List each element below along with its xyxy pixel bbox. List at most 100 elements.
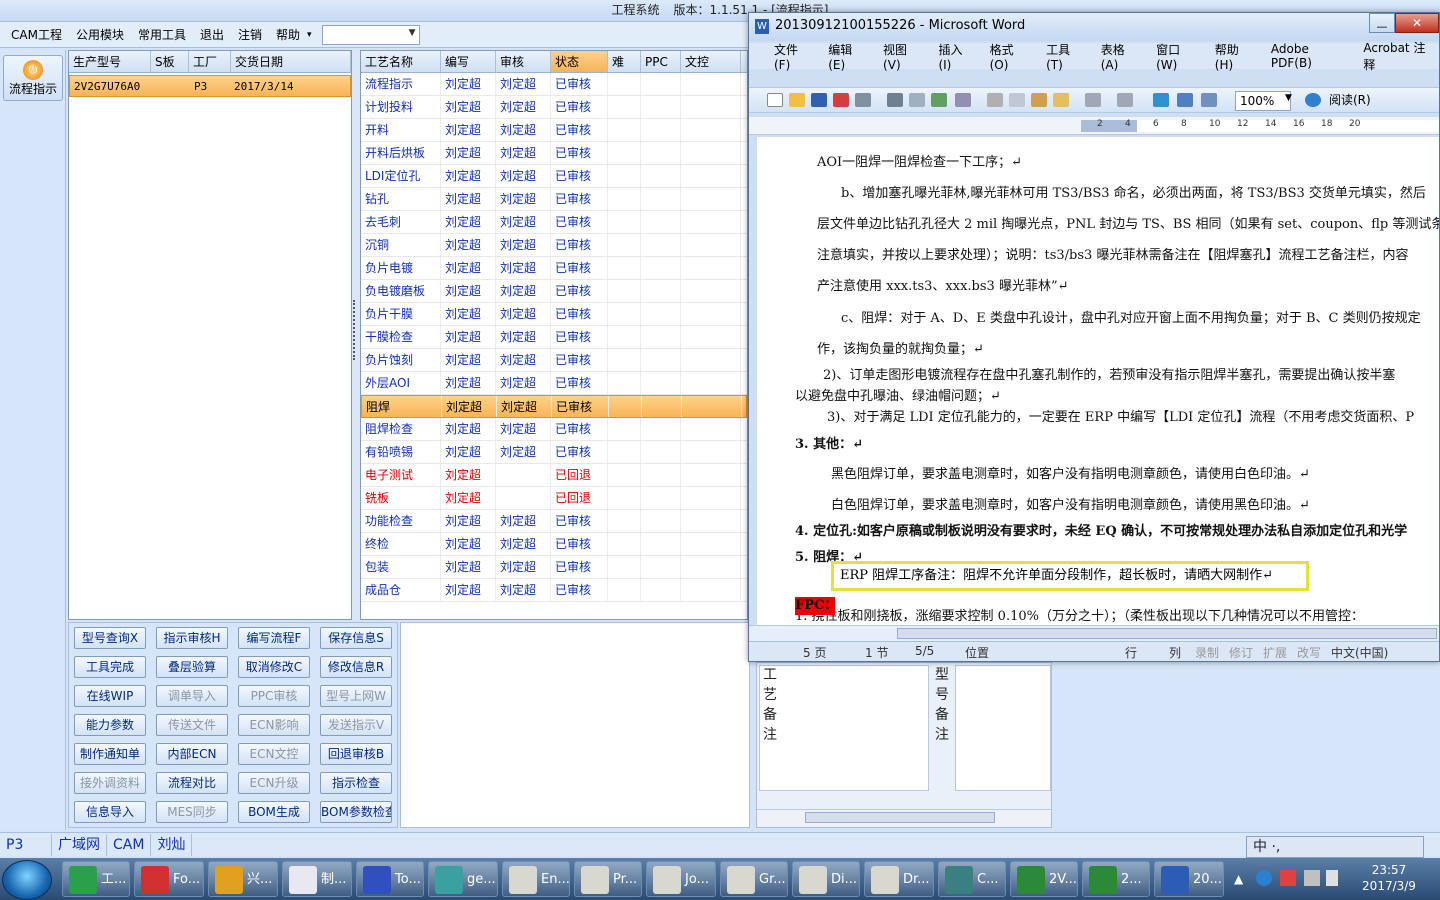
action-button[interactable]: 调单导入 <box>156 685 228 707</box>
menu-tools[interactable]: 常用工具 <box>131 22 193 48</box>
taskbar-button[interactable]: Pr... <box>574 861 642 897</box>
col-status[interactable]: 状态 <box>551 51 608 72</box>
taskbar-button[interactable]: 制... <box>282 861 352 897</box>
taskbar-button[interactable]: C... <box>938 861 1006 897</box>
taskbar-button[interactable]: Dr... <box>864 861 934 897</box>
action-button[interactable]: ECN影响 <box>238 714 310 736</box>
table-row[interactable]: 阻焊检查 刘定超 刘定超 已审核 <box>361 418 747 441</box>
action-button[interactable]: 修改信息R <box>320 656 392 678</box>
cut-icon[interactable] <box>987 93 1003 107</box>
menu-logout[interactable]: 注销 <box>231 22 269 48</box>
col-doc-control[interactable]: 文控 <box>681 51 741 72</box>
col-factory[interactable]: 工厂 <box>189 51 231 72</box>
close-button[interactable]: ✕ <box>1395 13 1439 33</box>
taskbar-button[interactable]: En... <box>502 861 570 897</box>
table-row[interactable]: 阻焊 刘定超 刘定超 已审核 <box>361 395 747 418</box>
action-button[interactable]: 接外调资料 <box>74 772 146 794</box>
scroll-thumb[interactable] <box>897 628 1437 639</box>
horizontal-scrollbar[interactable] <box>757 809 1051 825</box>
format-painter-icon[interactable] <box>1053 93 1069 107</box>
zoom-select[interactable]: 100% <box>1235 91 1291 111</box>
table-row[interactable]: 去毛刺 刘定超 刘定超 已审核 <box>361 211 747 234</box>
undo-icon[interactable] <box>1085 93 1101 107</box>
col-reviewer[interactable]: 审核 <box>496 51 551 72</box>
status-record[interactable]: 录制 <box>1195 644 1219 661</box>
taskbar-button[interactable]: Gr... <box>720 861 788 897</box>
action-button[interactable]: 指示检查 <box>320 772 392 794</box>
word-menu-item[interactable]: 文件(F) <box>765 41 819 72</box>
taskbar-button[interactable]: To... <box>356 861 424 897</box>
action-button[interactable]: 指示审核H <box>156 627 228 649</box>
taskbar-button[interactable]: Jo... <box>646 861 716 897</box>
research-icon[interactable] <box>955 93 971 107</box>
help-icon[interactable] <box>1305 93 1321 107</box>
table-row[interactable]: 沉铜 刘定超 刘定超 已审核 <box>361 234 747 257</box>
table-row[interactable]: 钻孔 刘定超 刘定超 已审核 <box>361 188 747 211</box>
tray-expand-icon[interactable]: ▲ <box>1234 872 1243 886</box>
action-button[interactable]: 保存信息S <box>320 627 392 649</box>
pdf-icon[interactable] <box>833 93 849 107</box>
table-row[interactable]: 干膜检查 刘定超 刘定超 已审核 <box>361 326 747 349</box>
table-row[interactable]: LDI定位孔 刘定超 刘定超 已审核 <box>361 165 747 188</box>
col-ppc[interactable]: PPC <box>641 51 681 72</box>
table-row[interactable]: 计划投料 刘定超 刘定超 已审核 <box>361 96 747 119</box>
action-button[interactable]: 型号上网W <box>320 685 392 707</box>
word-menu-item[interactable]: 帮助(H) <box>1206 41 1262 72</box>
word-horizontal-scrollbar[interactable] <box>749 625 1439 641</box>
word-menu-item[interactable]: 窗口(W) <box>1147 41 1206 72</box>
zoom-dropdown-icon[interactable]: ▼ <box>1285 93 1292 103</box>
action-button[interactable]: PPC审核 <box>238 685 310 707</box>
col-s[interactable]: S板 <box>151 51 189 72</box>
copy-icon[interactable] <box>1009 93 1025 107</box>
network-icon[interactable] <box>1256 870 1272 886</box>
table-row[interactable]: 终检 刘定超 刘定超 已审核 <box>361 533 747 556</box>
action-button[interactable]: 能力参数 <box>74 714 146 736</box>
action-button[interactable]: BOM参数检查 <box>320 801 392 823</box>
table-row[interactable]: 包装 刘定超 刘定超 已审核 <box>361 556 747 579</box>
action-button[interactable]: 取消修改C <box>238 656 310 678</box>
word-menu-item[interactable]: Adobe PDF(B) <box>1262 42 1354 70</box>
flow-indicator-button[interactable]: ⏻ 流程指示 <box>3 55 63 101</box>
flag-icon[interactable] <box>1280 870 1296 886</box>
table-row[interactable]: 开料后烘板 刘定超 刘定超 已审核 <box>361 142 747 165</box>
redo-icon[interactable] <box>1117 93 1133 107</box>
word-menu-item[interactable]: Acrobat 注释 <box>1354 39 1439 73</box>
menu-exit[interactable]: 退出 <box>193 22 231 48</box>
print-icon[interactable] <box>887 93 903 107</box>
action-button[interactable]: 编写流程F <box>238 627 310 649</box>
col-date[interactable]: 交货日期 <box>231 51 351 72</box>
col-model[interactable]: 生产型号 <box>69 51 151 72</box>
panel-splitter[interactable] <box>352 50 360 620</box>
status-extend[interactable]: 扩展 <box>1263 644 1287 661</box>
document-page[interactable]: AOI一阻焊一阻焊检查一下工序；↵ b、增加塞孔曝光菲林,曝光菲林可用 TS3/B… <box>757 137 1439 625</box>
table-row[interactable]: 负片干膜 刘定超 刘定超 已审核 <box>361 303 747 326</box>
word-menu-item[interactable]: 格式(O) <box>981 41 1038 72</box>
print-preview-icon[interactable] <box>909 93 925 107</box>
insert-table-icon[interactable] <box>1201 93 1217 107</box>
new-doc-icon[interactable] <box>767 93 783 107</box>
minimize-button[interactable]: — <box>1369 13 1395 33</box>
table-row[interactable]: 功能检查 刘定超 刘定超 已审核 <box>361 510 747 533</box>
action-button[interactable]: ECN文控 <box>238 743 310 765</box>
start-button[interactable] <box>2 860 52 900</box>
word-menu-item[interactable]: 表格(A) <box>1092 41 1147 72</box>
ime-toolbar[interactable]: 中 ·, <box>1246 836 1424 858</box>
permission-icon[interactable] <box>855 93 871 107</box>
col-writer[interactable]: 编写 <box>441 51 496 72</box>
status-factory[interactable]: P3 <box>0 833 52 856</box>
action-button[interactable]: 型号查询X <box>74 627 146 649</box>
table-row[interactable]: 铣板 刘定超 已回退 <box>361 487 747 510</box>
table-row[interactable]: 成品仓 刘定超 刘定超 已审核 <box>361 579 747 602</box>
action-button[interactable]: ECN升级 <box>238 772 310 794</box>
col-difficulty[interactable]: 难 <box>608 51 641 72</box>
word-menu-item[interactable]: 插入(I) <box>929 41 980 72</box>
table-row[interactable]: 2V2G7U76A0 P3 2017/3/14 <box>69 75 351 97</box>
scroll-thumb[interactable] <box>805 812 995 823</box>
display-icon[interactable] <box>1326 870 1338 886</box>
open-folder-icon[interactable] <box>789 93 805 107</box>
clock[interactable]: 23:57 2017/3/9 <box>1344 862 1434 898</box>
ruler[interactable]: 2 4 6 8 10 12 14 16 18 20 <box>749 117 1439 135</box>
taskbar-button[interactable]: ge... <box>428 861 498 897</box>
table-row[interactable]: 外层AOI 刘定超 刘定超 已审核 <box>361 372 747 395</box>
table-row[interactable]: 负片蚀刻 刘定超 刘定超 已审核 <box>361 349 747 372</box>
